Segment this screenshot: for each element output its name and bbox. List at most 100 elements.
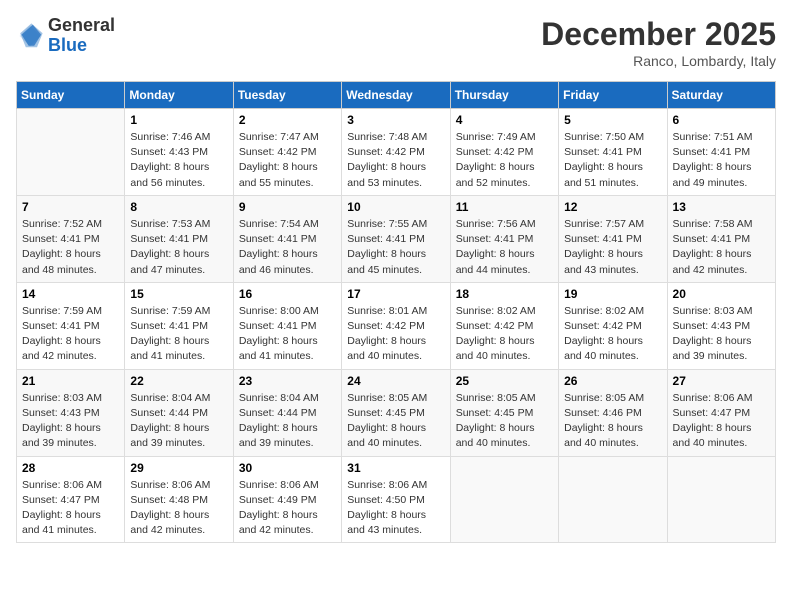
calendar-cell: 10 Sunrise: 7:55 AMSunset: 4:41 PMDayligh… [342,195,450,282]
day-number: 7 [22,200,119,214]
calendar-cell [450,456,558,543]
day-number: 20 [673,287,770,301]
calendar-cell: 5 Sunrise: 7:50 AMSunset: 4:41 PMDaylight… [559,109,667,196]
calendar-cell: 26Sunrise: 8:05 AMSunset: 4:46 PMDayligh… [559,369,667,456]
calendar-cell: 24 Sunrise: 8:05 AMSunset: 4:45 PMDayligh… [342,369,450,456]
calendar-cell: 15 Sunrise: 7:59 AMSunset: 4:41 PMDayligh… [125,282,233,369]
day-of-week-header: Friday [559,82,667,109]
day-number: 10 [347,200,444,214]
day-of-week-header: Sunday [17,82,125,109]
calendar-cell: 12 Sunrise: 7:57 AMSunset: 4:41 PMDayligh… [559,195,667,282]
day-info: Sunrise: 7:58 AMSunset: 4:41 PMDaylight:… [673,217,770,278]
day-number: 24 [347,374,444,388]
calendar-cell: 22 Sunrise: 8:04 AMSunset: 4:44 PMDayligh… [125,369,233,456]
day-number: 8 [130,200,227,214]
calendar-week-row: 1Sunrise: 7:46 AMSunset: 4:43 PMDaylight… [17,109,776,196]
day-info: Sunrise: 7:55 AMSunset: 4:41 PMDaylight:… [347,217,444,278]
day-info: Sunrise: 8:05 AMSunset: 4:45 PMDaylight:… [456,391,553,452]
day-number: 30 [239,461,336,475]
calendar-cell: 29Sunrise: 8:06 AMSunset: 4:48 PMDayligh… [125,456,233,543]
day-info: Sunrise: 7:56 AMSunset: 4:41 PMDaylight:… [456,217,553,278]
calendar-cell: 19 Sunrise: 8:02 AMSunset: 4:42 PMDayligh… [559,282,667,369]
calendar-cell: 3Sunrise: 7:48 AMSunset: 4:42 PMDaylight… [342,109,450,196]
day-info: Sunrise: 8:04 AMSunset: 4:44 PMDaylight:… [130,391,227,452]
calendar-cell: 28 Sunrise: 8:06 AMSunset: 4:47 PMDayligh… [17,456,125,543]
day-number: 1 [130,113,227,127]
day-info: Sunrise: 8:03 AMSunset: 4:43 PMDaylight:… [673,304,770,365]
day-number: 5 [564,113,661,127]
day-number: 15 [130,287,227,301]
day-number: 23 [239,374,336,388]
calendar-cell: 9 Sunrise: 7:54 AMSunset: 4:41 PMDaylight… [233,195,341,282]
calendar-cell: 20 Sunrise: 8:03 AMSunset: 4:43 PMDayligh… [667,282,775,369]
day-info: Sunrise: 8:06 AMSunset: 4:47 PMDaylight:… [22,478,119,539]
day-number: 11 [456,200,553,214]
title-area: December 2025 Ranco, Lombardy, Italy [541,16,776,69]
day-of-week-header: Thursday [450,82,558,109]
day-number: 31 [347,461,444,475]
calendar-cell: 23 Sunrise: 8:04 AMSunset: 4:44 PMDayligh… [233,369,341,456]
day-info: Sunrise: 8:04 AMSunset: 4:44 PMDaylight:… [239,391,336,452]
calendar-cell [667,456,775,543]
day-info: Sunrise: 7:54 AMSunset: 4:41 PMDaylight:… [239,217,336,278]
calendar-week-row: 7Sunrise: 7:52 AMSunset: 4:41 PMDaylight… [17,195,776,282]
calendar-cell: 4 Sunrise: 7:49 AMSunset: 4:42 PMDaylight… [450,109,558,196]
day-number: 13 [673,200,770,214]
day-number: 9 [239,200,336,214]
day-info: Sunrise: 7:59 AMSunset: 4:41 PMDaylight:… [130,304,227,365]
calendar-cell: 13 Sunrise: 7:58 AMSunset: 4:41 PMDayligh… [667,195,775,282]
day-info: Sunrise: 7:48 AMSunset: 4:42 PMDaylight:… [347,130,444,191]
day-info: Sunrise: 7:50 AMSunset: 4:41 PMDaylight:… [564,130,661,191]
calendar-cell: 1Sunrise: 7:46 AMSunset: 4:43 PMDaylight… [125,109,233,196]
page-header: General Blue December 2025 Ranco, Lombar… [16,16,776,69]
day-info: Sunrise: 7:51 AMSunset: 4:41 PMDaylight:… [673,130,770,191]
day-number: 17 [347,287,444,301]
logo: General Blue [16,16,115,56]
calendar-header-row: SundayMondayTuesdayWednesdayThursdayFrid… [17,82,776,109]
month-title: December 2025 [541,16,776,53]
day-number: 14 [22,287,119,301]
calendar-cell: 11 Sunrise: 7:56 AMSunset: 4:41 PMDayligh… [450,195,558,282]
calendar-cell [559,456,667,543]
calendar-cell: 27 Sunrise: 8:06 AMSunset: 4:47 PMDayligh… [667,369,775,456]
day-number: 19 [564,287,661,301]
day-number: 28 [22,461,119,475]
day-info: Sunrise: 7:49 AMSunset: 4:42 PMDaylight:… [456,130,553,191]
day-info: Sunrise: 7:59 AMSunset: 4:41 PMDaylight:… [22,304,119,365]
day-number: 12 [564,200,661,214]
day-number: 25 [456,374,553,388]
day-info: Sunrise: 7:53 AMSunset: 4:41 PMDaylight:… [130,217,227,278]
day-info: Sunrise: 8:01 AMSunset: 4:42 PMDaylight:… [347,304,444,365]
day-info: Sunrise: 8:05 AMSunset: 4:45 PMDaylight:… [347,391,444,452]
day-info: Sunrise: 8:00 AMSunset: 4:41 PMDaylight:… [239,304,336,365]
day-info: Sunrise: 8:02 AMSunset: 4:42 PMDaylight:… [564,304,661,365]
calendar-cell: 21Sunrise: 8:03 AMSunset: 4:43 PMDayligh… [17,369,125,456]
day-number: 27 [673,374,770,388]
calendar-cell: 14 Sunrise: 7:59 AMSunset: 4:41 PMDayligh… [17,282,125,369]
logo-icon [16,22,44,50]
location-label: Ranco, Lombardy, Italy [541,53,776,69]
calendar-cell: 18 Sunrise: 8:02 AMSunset: 4:42 PMDayligh… [450,282,558,369]
day-number: 16 [239,287,336,301]
day-number: 6 [673,113,770,127]
day-info: Sunrise: 8:06 AMSunset: 4:47 PMDaylight:… [673,391,770,452]
day-of-week-header: Wednesday [342,82,450,109]
day-info: Sunrise: 7:57 AMSunset: 4:41 PMDaylight:… [564,217,661,278]
day-number: 4 [456,113,553,127]
day-of-week-header: Tuesday [233,82,341,109]
calendar-week-row: 28 Sunrise: 8:06 AMSunset: 4:47 PMDayligh… [17,456,776,543]
day-number: 26 [564,374,661,388]
day-info: Sunrise: 7:47 AMSunset: 4:42 PMDaylight:… [239,130,336,191]
day-number: 2 [239,113,336,127]
day-of-week-header: Monday [125,82,233,109]
calendar-cell: 7Sunrise: 7:52 AMSunset: 4:41 PMDaylight… [17,195,125,282]
logo-general-label: General [48,16,115,36]
calendar-cell: 2 Sunrise: 7:47 AMSunset: 4:42 PMDaylight… [233,109,341,196]
day-info: Sunrise: 8:03 AMSunset: 4:43 PMDaylight:… [22,391,119,452]
day-number: 29 [130,461,227,475]
day-number: 22 [130,374,227,388]
logo-text: General Blue [48,16,115,56]
calendar-cell: 25 Sunrise: 8:05 AMSunset: 4:45 PMDayligh… [450,369,558,456]
day-info: Sunrise: 8:02 AMSunset: 4:42 PMDaylight:… [456,304,553,365]
day-number: 18 [456,287,553,301]
